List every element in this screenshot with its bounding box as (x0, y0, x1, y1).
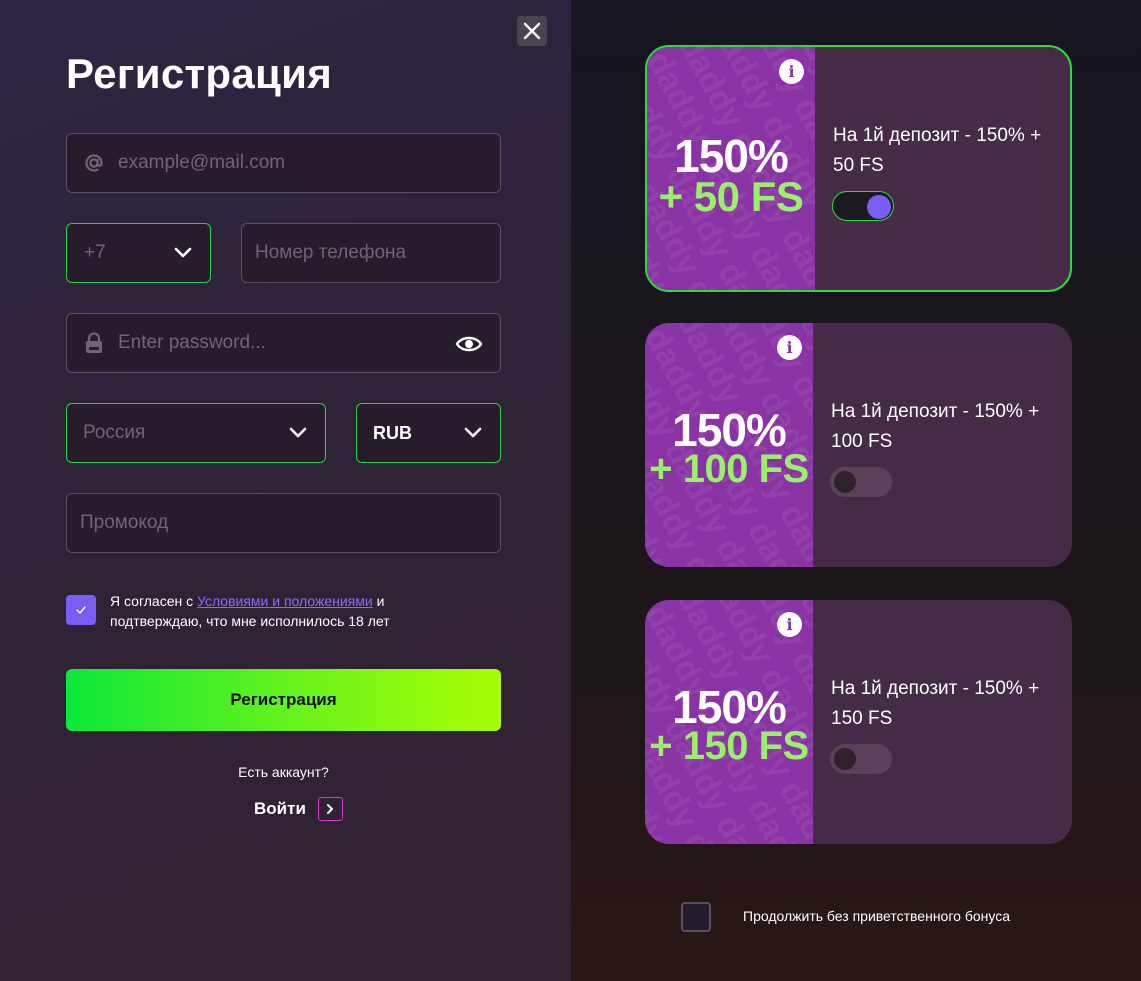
no-bonus-checkbox[interactable] (681, 902, 711, 932)
bonus-card-image: daddy daddy daddy daddy daddy daddy dadd… (645, 323, 813, 567)
toggle-knob (834, 471, 856, 493)
page-title: Регистрация (66, 50, 333, 97)
terms-checkbox[interactable] (66, 595, 96, 625)
login-arrow-button[interactable] (317, 797, 343, 821)
bonus-card-50fs[interactable]: daddy daddy daddy daddy daddy daddy dadd… (645, 45, 1072, 292)
bonus-freespins: + 50 FS (658, 173, 804, 220)
info-icon[interactable]: i (779, 59, 804, 84)
terms-text: Я согласен с Условиями и положениями и п… (110, 591, 440, 631)
bonus-toggle[interactable] (830, 467, 892, 497)
eye-icon[interactable] (455, 334, 483, 354)
login-label: Войти (254, 799, 306, 818)
toggle-knob (834, 748, 856, 770)
terms-link[interactable]: Условиями и положениями (197, 593, 373, 609)
close-button[interactable] (517, 16, 547, 46)
chevron-down-icon (289, 427, 307, 438)
check-icon (76, 606, 86, 614)
currency-value: RUB (373, 422, 412, 443)
login-link[interactable]: Войти (254, 797, 343, 821)
register-button[interactable]: Регистрация (66, 669, 501, 731)
phone-code-value: +7 (84, 242, 106, 263)
no-bonus-label: Продолжить без приветственного бонуса (743, 908, 1010, 924)
info-icon[interactable]: i (777, 612, 802, 637)
bonus-toggle[interactable] (832, 191, 894, 221)
bonus-freespins: + 100 FS (649, 447, 809, 491)
bonus-card-150fs[interactable]: daddy daddy daddy daddy daddy daddy dadd… (645, 600, 1072, 844)
password-field[interactable]: Enter password... (66, 313, 501, 373)
email-field[interactable]: example@mail.com (66, 133, 501, 193)
bonus-toggle[interactable] (830, 744, 892, 774)
country-select[interactable]: Россия (66, 403, 326, 463)
info-icon[interactable]: i (777, 335, 802, 360)
phone-placeholder: Номер телефона (255, 242, 407, 263)
promo-code-input[interactable]: Промокод (66, 493, 501, 553)
bonus-freespins: + 150 FS (649, 724, 809, 768)
toggle-knob (867, 195, 891, 219)
at-icon (85, 154, 103, 172)
bonus-description: На 1й депозит - 150% + 50 FS (833, 125, 1042, 176)
have-account-text: Есть аккаунт? (238, 764, 329, 780)
country-value: Россия (83, 422, 146, 443)
phone-number-input[interactable]: Номер телефона (241, 223, 501, 283)
chevron-down-icon (464, 427, 482, 438)
bonus-card-100fs[interactable]: daddy daddy daddy daddy daddy daddy dadd… (645, 323, 1072, 567)
bonus-description: На 1й депозит - 150% + 100 FS (831, 401, 1040, 452)
bonus-description: На 1й депозит - 150% + 150 FS (831, 678, 1040, 729)
close-icon (523, 22, 541, 40)
email-placeholder: example@mail.com (118, 152, 286, 173)
password-placeholder: Enter password... (118, 332, 266, 353)
lock-icon (86, 332, 102, 353)
phone-code-select[interactable]: +7 (66, 223, 211, 283)
chevron-right-icon (327, 804, 334, 814)
terms-prefix: Я согласен с (110, 593, 197, 609)
currency-select[interactable]: RUB (356, 403, 501, 463)
chevron-down-icon (174, 247, 192, 258)
promo-placeholder: Промокод (80, 512, 169, 533)
bonus-card-image: daddy daddy daddy daddy daddy daddy dadd… (647, 47, 815, 290)
bonus-card-image: daddy daddy daddy daddy daddy daddy dadd… (645, 600, 813, 844)
